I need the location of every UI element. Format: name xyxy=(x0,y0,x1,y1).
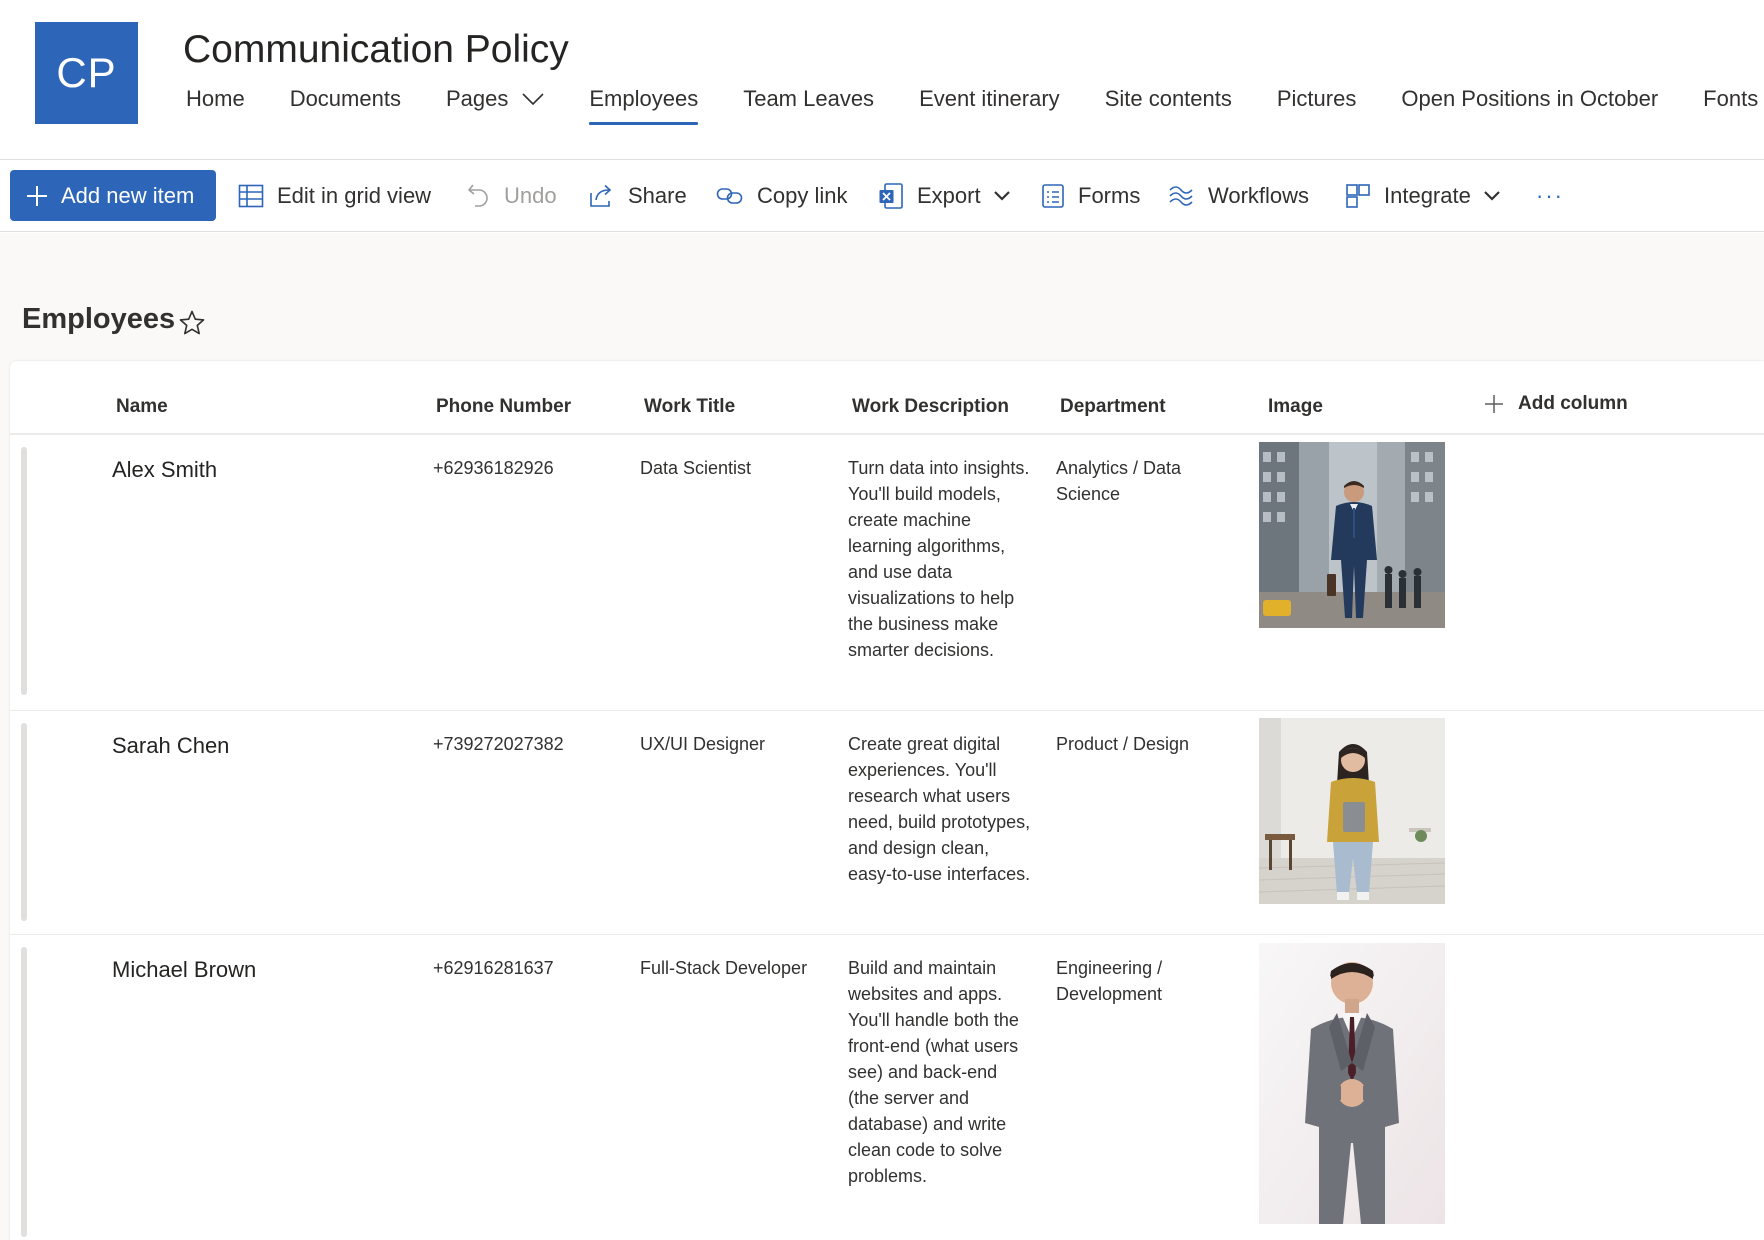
site-header: CP Communication Policy Home Documents P… xyxy=(0,0,1764,160)
cell-work-description: Create great digital experiences. You'll… xyxy=(848,734,1031,884)
nav-item-pages[interactable]: Pages xyxy=(446,86,544,126)
export-button[interactable]: Export xyxy=(878,170,1011,222)
photo-man-grey-suit-icon xyxy=(1259,943,1445,1224)
add-new-item-button[interactable]: Add new item xyxy=(10,170,216,221)
cell-work-title: UX/UI Designer xyxy=(640,734,766,754)
photo-man-city-street-icon xyxy=(1259,442,1445,628)
integrate-button[interactable]: Integrate xyxy=(1345,170,1501,222)
nav-item-team-leaves[interactable]: Team Leaves xyxy=(743,86,874,126)
undo-icon xyxy=(467,184,488,207)
list-view: Name Phone Number Work Title Work Descri… xyxy=(10,361,1764,1240)
cell-phone: +739272027382 xyxy=(433,734,564,754)
row-selection-bar[interactable] xyxy=(21,723,27,921)
nav-item-pictures[interactable]: Pictures xyxy=(1277,86,1356,126)
cell-department: Product / Design xyxy=(1056,734,1190,754)
cell-work-title: Full-Stack Developer xyxy=(640,958,808,978)
cell-department: Engineering / Development xyxy=(1056,958,1163,1004)
nav-item-label: Pictures xyxy=(1276,86,1357,111)
share-icon xyxy=(590,184,612,207)
copy-link-button[interactable]: Copy link xyxy=(716,170,847,222)
add-column-button[interactable]: Add column xyxy=(1484,393,1628,415)
chevron-down-icon xyxy=(993,191,1010,201)
add-column-label: Add column xyxy=(1518,393,1628,414)
excel-icon xyxy=(879,183,903,209)
nav-item-label: Pages xyxy=(445,86,509,111)
nav-item-label: Home xyxy=(186,86,245,111)
cell-work-title: Data Scientist xyxy=(640,458,752,478)
forms-icon xyxy=(1042,184,1064,208)
more-icon: ··· xyxy=(1536,183,1564,208)
nav-item-label: Team Leaves xyxy=(743,86,875,111)
list-title: Employees xyxy=(22,303,176,335)
plus-icon xyxy=(27,185,47,206)
column-header-name[interactable]: Name xyxy=(116,396,168,418)
column-header-work-title[interactable]: Work Title xyxy=(644,396,735,418)
forms-label: Forms xyxy=(1078,183,1141,208)
cell-name[interactable]: Alex Smith xyxy=(112,457,217,483)
plus-icon xyxy=(1485,395,1503,413)
add-new-item-label: Add new item xyxy=(61,182,195,208)
employee-photo[interactable] xyxy=(1259,442,1445,628)
cell-work-description: Turn data into insights. You'll build mo… xyxy=(848,458,1030,660)
column-header-phone[interactable]: Phone Number xyxy=(436,396,571,418)
share-button[interactable]: Share xyxy=(589,170,687,222)
site-navigation: Home Documents Pages Employees Team Leav… xyxy=(186,86,1764,130)
cell-name[interactable]: Sarah Chen xyxy=(112,733,229,759)
star-icon[interactable] xyxy=(178,309,206,337)
nav-item-label: Documents xyxy=(289,86,401,111)
workflows-label: Workflows xyxy=(1208,183,1310,208)
copy-link-label: Copy link xyxy=(757,183,848,208)
nav-item-event-itinerary[interactable]: Event itinerary xyxy=(919,86,1060,126)
chevron-down-icon[interactable] xyxy=(522,92,544,106)
edit-grid-view-label: Edit in grid view xyxy=(277,183,432,208)
nav-item-fonts[interactable]: Fonts xyxy=(1703,86,1758,126)
nav-item-documents[interactable]: Documents xyxy=(290,86,401,126)
nav-item-employees[interactable]: Employees xyxy=(589,86,698,126)
row-selection-bar[interactable] xyxy=(21,947,27,1237)
undo-button[interactable]: Undo xyxy=(467,170,557,222)
nav-item-label: Site contents xyxy=(1104,86,1232,111)
undo-label: Undo xyxy=(504,183,557,208)
cell-phone: +62936182926 xyxy=(433,458,554,478)
cell-phone: +62916281637 xyxy=(433,958,554,978)
edit-grid-view-button[interactable]: Edit in grid view xyxy=(238,170,431,222)
site-logo[interactable]: CP xyxy=(35,22,138,124)
cell-department: Analytics / Data Science xyxy=(1056,458,1182,504)
forms-button[interactable]: Forms xyxy=(1041,170,1140,222)
employee-photo[interactable] xyxy=(1259,943,1445,1224)
nav-item-home[interactable]: Home xyxy=(186,86,245,126)
table-row[interactable]: Sarah Chen +739272027382 UX/UI Designer … xyxy=(10,711,1764,935)
nav-item-site-contents[interactable]: Site contents xyxy=(1105,86,1232,126)
integrate-icon xyxy=(1346,184,1370,208)
cell-work-description: Build and maintain websites and apps. Yo… xyxy=(848,958,1019,1186)
link-icon xyxy=(716,188,743,204)
more-commands-button[interactable]: ··· xyxy=(1536,170,1564,222)
cell-name[interactable]: Michael Brown xyxy=(112,957,256,983)
workflows-icon xyxy=(1169,186,1193,206)
column-header-department[interactable]: Department xyxy=(1060,396,1166,418)
nav-item-label: Fonts xyxy=(1703,86,1759,111)
workflows-button[interactable]: Workflows xyxy=(1167,170,1309,222)
integrate-label: Integrate xyxy=(1384,183,1471,208)
nav-item-label: Open Positions in October xyxy=(1401,86,1659,111)
photo-woman-office-icon xyxy=(1259,718,1445,904)
employee-photo[interactable] xyxy=(1259,718,1445,904)
row-selection-bar[interactable] xyxy=(21,447,27,695)
grid-icon xyxy=(238,184,264,208)
nav-item-label: Employees xyxy=(589,86,699,111)
command-bar: Add new item Edit in grid view Undo Shar… xyxy=(0,160,1764,232)
site-logo-initials: CP xyxy=(56,49,117,96)
table-row[interactable]: Alex Smith +62936182926 Data Scientist T… xyxy=(10,435,1764,711)
column-header-image[interactable]: Image xyxy=(1268,396,1323,418)
column-header-work-description[interactable]: Work Description xyxy=(852,396,1009,418)
table-row[interactable]: Michael Brown +62916281637 Full-Stack De… xyxy=(10,935,1764,1240)
chevron-down-icon xyxy=(1484,191,1500,201)
nav-item-open-positions[interactable]: Open Positions in October xyxy=(1401,86,1658,126)
share-label: Share xyxy=(628,183,687,208)
export-label: Export xyxy=(917,183,981,208)
nav-item-label: Event itinerary xyxy=(919,86,1060,111)
site-title[interactable]: Communication Policy xyxy=(183,28,569,72)
